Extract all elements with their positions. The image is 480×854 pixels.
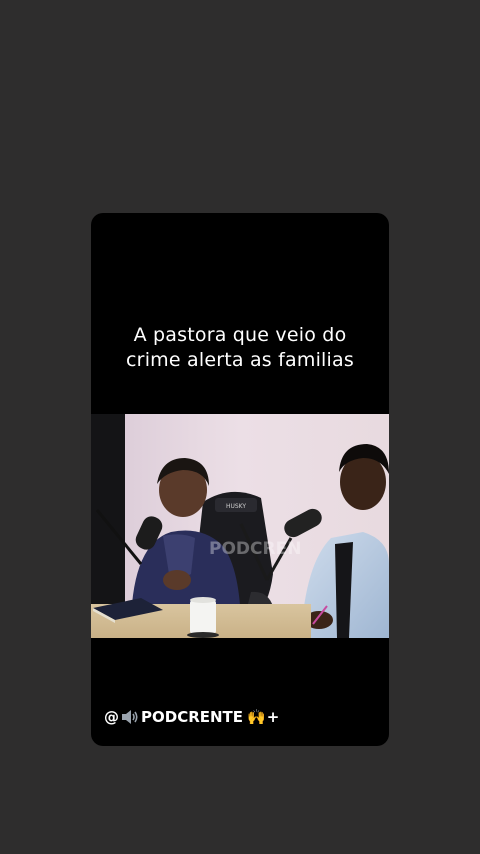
podcast-scene-image: HUSKY PODCREN [91,414,389,638]
coffee-mug [187,597,219,638]
story-caption: A pastora que veio do crime alerta as fa… [91,323,389,373]
plus-symbol: + [266,708,280,726]
raised-hands-icon: 🙌 [247,708,266,726]
story-card[interactable]: A pastora que veio do crime alerta as fa… [91,213,389,746]
caption-line-2: crime alerta as familias [126,349,354,371]
podcast-video-frame[interactable]: HUSKY PODCREN [91,414,389,638]
at-symbol: @ [104,708,119,726]
speaker-icon [120,708,140,726]
caption-line-1: A pastora que veio do [133,324,347,346]
story-screen: A pastora que veio do crime alerta as fa… [0,0,480,854]
video-watermark: PODCREN [209,539,301,559]
podcast-handle-text: PODCRENTE [141,708,244,726]
footer-handle[interactable]: @ PODCRENTE 🙌 + [104,708,279,726]
chair-brand-text: HUSKY [226,503,246,510]
